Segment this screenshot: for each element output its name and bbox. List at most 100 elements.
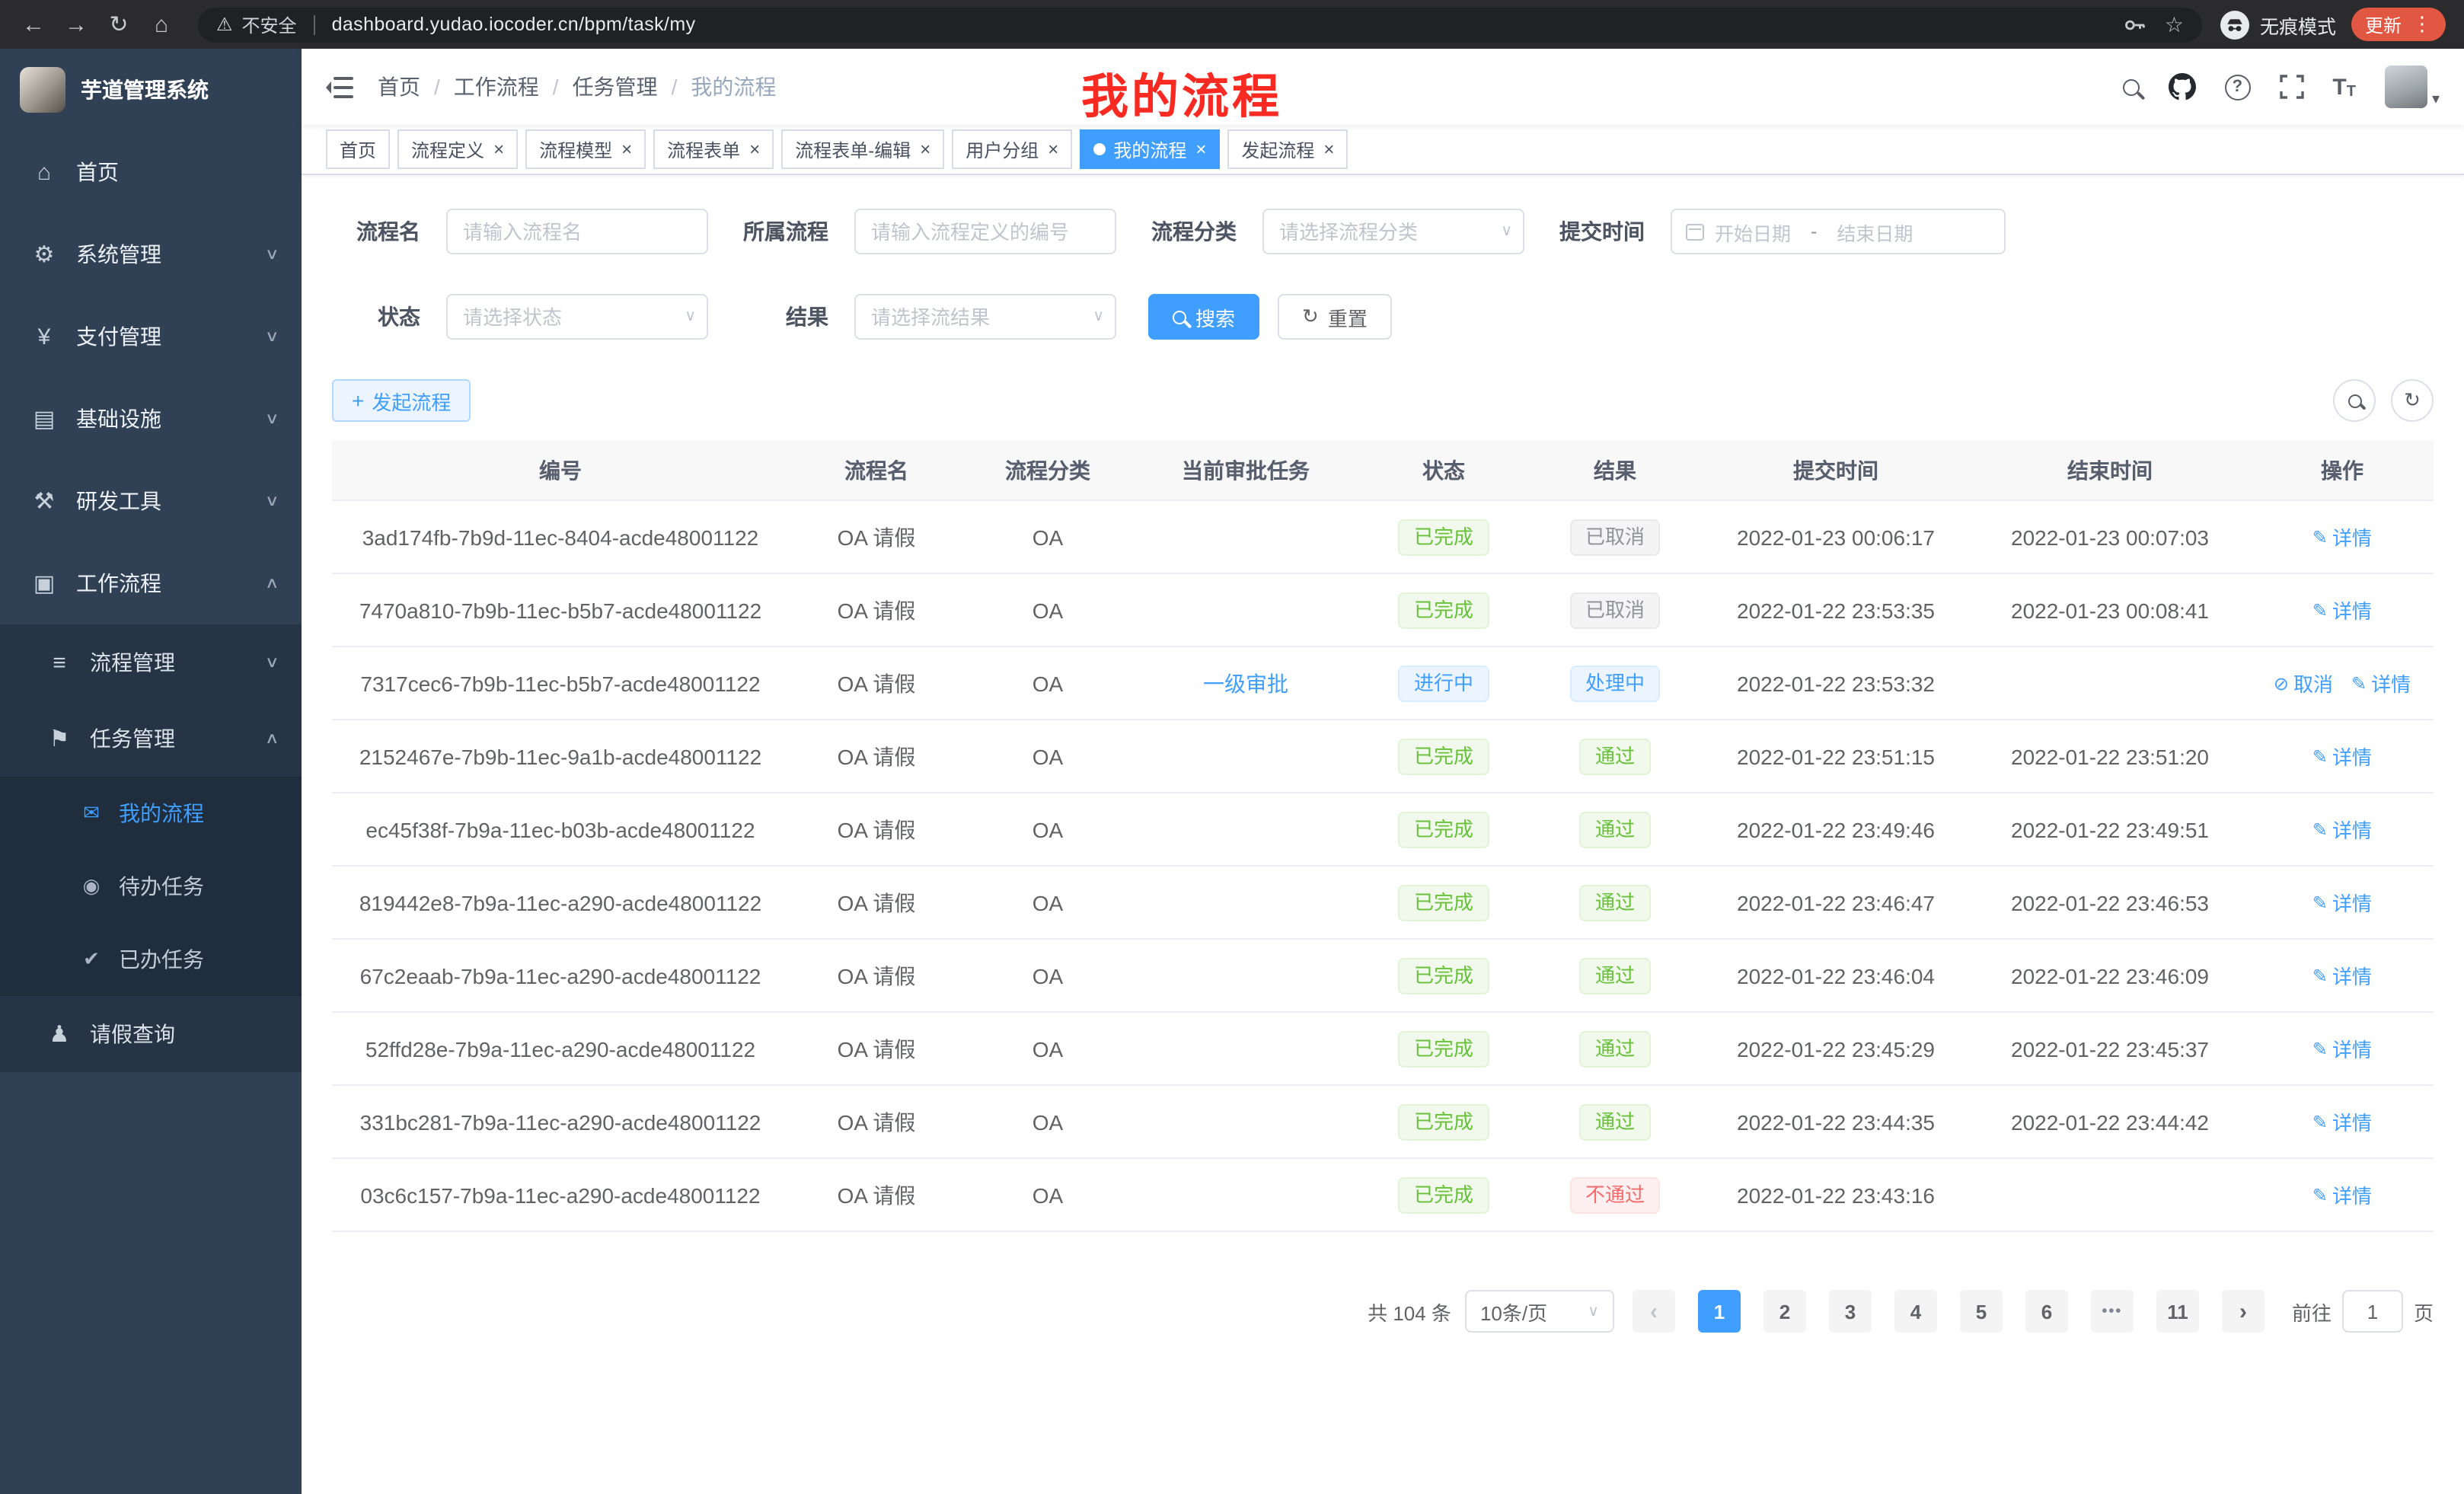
app-logo-area[interactable]: 芋道管理系统: [0, 49, 302, 131]
page-button[interactable]: 2: [1763, 1290, 1806, 1333]
page-button[interactable]: 5: [1960, 1290, 2003, 1333]
category-select[interactable]: [1262, 209, 1524, 254]
page-button[interactable]: 4: [1894, 1290, 1937, 1333]
close-icon[interactable]: ×: [749, 140, 760, 158]
status-select[interactable]: [446, 294, 708, 340]
close-icon[interactable]: ×: [1195, 140, 1206, 158]
update-button[interactable]: 更新 ⋮: [2351, 8, 2446, 41]
table-row: 52ffd28e-7b9a-11ec-a290-acde48001122 OA …: [332, 1013, 2434, 1086]
sidebar-item-process-mgmt[interactable]: ≡ 流程管理 ∨: [0, 624, 302, 701]
prev-page-button[interactable]: ‹: [1633, 1290, 1675, 1333]
submit-time-range-picker[interactable]: 开始日期 - 结束日期: [1671, 209, 2006, 254]
avatar[interactable]: [2385, 65, 2427, 108]
page-button[interactable]: 11: [2156, 1290, 2199, 1333]
breadcrumb-item[interactable]: 我的流程: [658, 72, 777, 102]
close-icon[interactable]: ×: [1048, 140, 1058, 158]
address-bar[interactable]: ⚠ 不安全 dashboard.yudao.iocoder.cn/bpm/tas…: [198, 7, 2202, 42]
breadcrumb-item[interactable]: 首页: [378, 72, 420, 102]
fullscreen-icon[interactable]: [2279, 75, 2303, 99]
url-text[interactable]: dashboard.yudao.iocoder.cn/bpm/task/my: [332, 14, 696, 35]
sidebar-toggle-icon[interactable]: [326, 75, 353, 98]
close-icon[interactable]: ×: [493, 140, 504, 158]
help-icon[interactable]: ?: [2224, 74, 2250, 100]
start-date-placeholder[interactable]: 开始日期: [1715, 217, 1791, 246]
sidebar-item[interactable]: ▤ 基础设施 ∨: [0, 378, 302, 460]
view-tab[interactable]: 首页: [326, 129, 390, 169]
sidebar-item-task-mgmt[interactable]: ⚑ 任务管理 ∧: [0, 701, 302, 777]
close-icon[interactable]: ×: [920, 140, 930, 158]
breadcrumb-item[interactable]: 工作流程: [420, 72, 539, 102]
view-tab[interactable]: 用户分组 ×: [952, 129, 1072, 169]
goto-suffix: 页: [2414, 1297, 2434, 1326]
end-date-placeholder[interactable]: 结束日期: [1837, 217, 1913, 246]
detail-action[interactable]: ✎ 详情: [2312, 595, 2372, 624]
breadcrumb-item[interactable]: 任务管理: [539, 72, 658, 102]
github-icon[interactable]: [2168, 73, 2195, 101]
sidebar-item[interactable]: ¥ 支付管理 ∨: [0, 295, 302, 378]
cell-end-time: 2022-01-22 23:45:37: [1969, 1036, 2251, 1061]
detail-action[interactable]: ✎ 详情: [2312, 1107, 2372, 1136]
page-button[interactable]: 3: [1829, 1290, 1872, 1333]
toggle-search-button[interactable]: [2333, 379, 2376, 422]
infra-icon: ▤: [30, 405, 58, 433]
search-icon: [2348, 394, 2361, 407]
user-menu[interactable]: ▾: [2385, 65, 2440, 108]
sidebar-item-leave-query[interactable]: ♟ 请假查询: [0, 996, 302, 1072]
security-label[interactable]: 不安全: [242, 11, 297, 37]
detail-action[interactable]: ✎ 详情: [2312, 888, 2372, 917]
next-page-button[interactable]: ›: [2222, 1290, 2265, 1333]
refresh-table-button[interactable]: ↻: [2391, 379, 2434, 422]
result-select[interactable]: [854, 294, 1116, 340]
detail-action[interactable]: ✎ 详情: [2351, 669, 2411, 698]
view-tab[interactable]: 流程模型 ×: [525, 129, 646, 169]
font-size-icon[interactable]: TT: [2332, 74, 2356, 100]
sidebar-item[interactable]: ⌂ 首页: [0, 131, 302, 213]
sidebar-subitem[interactable]: ◉ 待办任务: [0, 850, 302, 923]
process-name-input[interactable]: [446, 209, 708, 254]
detail-action[interactable]: ✎ 详情: [2312, 522, 2372, 551]
cell-submit-time: 2022-01-22 23:51:15: [1703, 744, 1969, 768]
tools-icon: ⚒: [30, 487, 58, 515]
back-icon[interactable]: ←: [15, 6, 52, 43]
view-tab[interactable]: 发起流程 ×: [1227, 129, 1348, 169]
password-key-icon[interactable]: [2124, 13, 2146, 36]
view-tab[interactable]: 流程定义 ×: [397, 129, 518, 169]
close-icon[interactable]: ×: [621, 140, 632, 158]
sidebar-item[interactable]: ▣ 工作流程 ∧: [0, 542, 302, 624]
detail-action[interactable]: ✎ 详情: [2312, 1180, 2372, 1209]
cell-id: 67c2eaab-7b9a-11ec-a290-acde48001122: [332, 963, 789, 988]
forward-icon[interactable]: →: [58, 6, 94, 43]
page-button[interactable]: •••: [2091, 1290, 2134, 1333]
detail-action[interactable]: ✎ 详情: [2312, 815, 2372, 844]
page-button[interactable]: 6: [2025, 1290, 2068, 1333]
active-tab-dot: [1093, 143, 1106, 155]
goto-page-input[interactable]: [2342, 1290, 2403, 1333]
view-tab[interactable]: 流程表单-编辑 ×: [781, 129, 944, 169]
col-header-end-time: 结束时间: [1969, 455, 2251, 485]
detail-action[interactable]: ✎ 详情: [2312, 1034, 2372, 1063]
reset-button[interactable]: ↻ 重置: [1278, 294, 1392, 340]
sidebar-subitem[interactable]: ✔ 已办任务: [0, 923, 302, 996]
detail-action[interactable]: ✎ 详情: [2312, 961, 2372, 990]
close-icon[interactable]: ×: [1323, 140, 1334, 158]
cancel-action[interactable]: ⊘ 取消: [2274, 669, 2333, 698]
bookmark-star-icon[interactable]: ☆: [2165, 11, 2184, 37]
browser-menu-icon[interactable]: ⋮: [2412, 12, 2432, 37]
sidebar-subitem[interactable]: ✉ 我的流程: [0, 777, 302, 850]
home-icon[interactable]: ⌂: [143, 6, 180, 43]
search-button[interactable]: 搜索: [1148, 294, 1259, 340]
sidebar-item[interactable]: ⚙ 系统管理 ∨: [0, 213, 302, 295]
search-icon[interactable]: [2122, 78, 2139, 95]
page-button[interactable]: 1: [1698, 1290, 1741, 1333]
create-process-button[interactable]: + 发起流程: [332, 379, 471, 422]
page-size-select[interactable]: 10条/页 ∨: [1465, 1290, 1614, 1333]
sidebar-item[interactable]: ⚒ 研发工具 ∨: [0, 460, 302, 542]
detail-action[interactable]: ✎ 详情: [2312, 742, 2372, 771]
view-tab[interactable]: 流程表单 ×: [653, 129, 774, 169]
reload-icon[interactable]: ↻: [101, 6, 137, 43]
view-tab[interactable]: 我的流程 ×: [1080, 129, 1220, 169]
current-task-link[interactable]: 一级审批: [1203, 668, 1288, 698]
parent-process-input[interactable]: [854, 209, 1116, 254]
filter-row-1: 流程名 所属流程 流程分类 ∨ 提: [332, 209, 2434, 254]
result-tag: 通过: [1580, 1030, 1650, 1067]
